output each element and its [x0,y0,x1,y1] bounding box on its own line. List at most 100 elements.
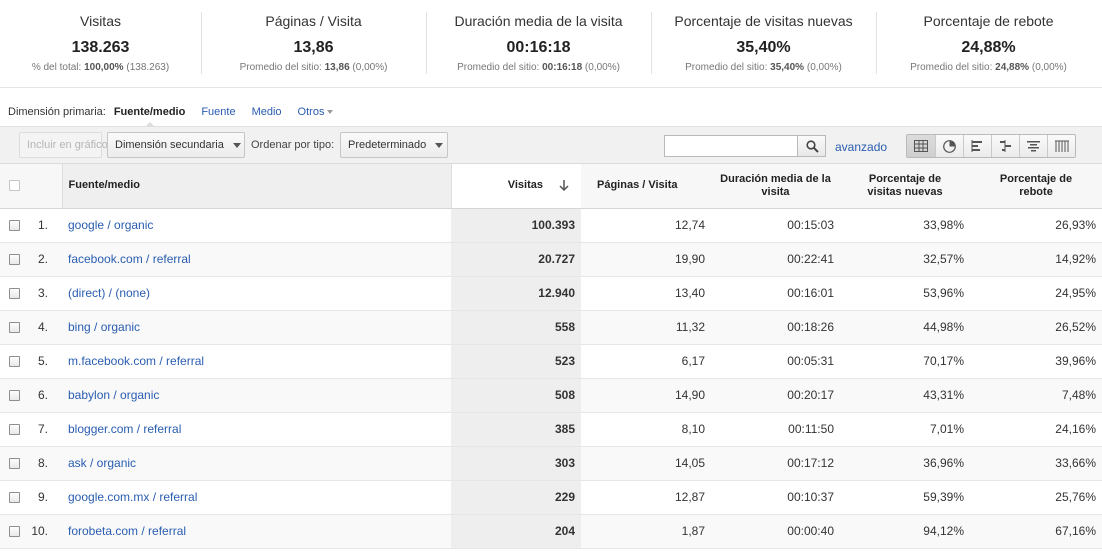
bar-view-icon [971,140,982,152]
pages-per-visit-column-header[interactable]: Páginas / Visita [581,164,711,209]
pages-per-visit-cell: 6,17 [581,344,711,379]
visits-cell: 508 [451,378,581,413]
table-row: 1. google / organic 100.393 12,74 00:15:03 33… [0,208,1102,243]
new-visits-cell: 32,57% [840,242,970,277]
bounce-rate-cell: 67,16% [970,514,1102,549]
new-visits-cell: 33,98% [840,208,970,243]
row-checkbox[interactable] [9,526,20,538]
bounce-rate-cell: 7,48% [970,378,1102,413]
table-body: 1. google / organic 100.393 12,74 00:15:03 33… [0,208,1102,549]
table-search-input[interactable] [664,135,798,157]
row-checkbox-cell [0,276,26,311]
row-index: 8. [26,446,62,481]
source-medium-link[interactable]: m.facebook.com / referral [68,354,204,368]
header-line: Porcentaje de [868,172,942,185]
metric-new-visits: Porcentaje de visitas nuevas 35,40% Prom… [651,0,876,87]
source-medium-cell: facebook.com / referral [62,242,451,277]
header-line: visita [761,185,790,198]
new-visits-cell: 53,96% [840,276,970,311]
row-checkbox[interactable] [9,322,20,334]
row-index: 5. [26,344,62,379]
secondary-dimension-dropdown[interactable]: Dimensión secundaria [107,132,245,158]
avg-duration-cell: 00:22:41 [711,242,840,277]
row-checkbox[interactable] [9,356,20,368]
avg-duration-cell: 00:11:50 [711,412,840,447]
metric-subtext: Promedio del sitio: 13,86 (0,00%) [239,62,388,73]
pages-per-visit-cell: 1,87 [581,514,711,549]
dimension-source-medium[interactable]: Fuente/medio [114,106,185,127]
metric-pages-per-visit: Páginas / Visita 13,86 Promedio del siti… [201,0,426,87]
source-medium-cell: bing / organic [62,310,451,345]
new-visits-cell: 70,17% [840,344,970,379]
table-row: 4. bing / organic 558 11,32 00:18:26 44,98% 26… [0,310,1102,345]
advanced-filter-link[interactable]: avanzado [835,140,887,154]
visits-cell: 229 [451,480,581,515]
data-table: Fuente/medio Visitas Páginas / Visita Du… [0,164,1102,549]
avg-duration-cell: 00:17:12 [711,446,840,481]
caret-down-icon [435,142,444,148]
source-medium-link[interactable]: forobeta.com / referral [68,524,186,538]
source-medium-link[interactable]: bing / organic [68,320,140,334]
new-visits-cell: 36,96% [840,446,970,481]
metric-subtext: Promedio del sitio: 24,88% (0,00%) [910,62,1067,73]
bounce-rate-column-header[interactable]: Porcentaje de rebote [970,164,1102,209]
source-medium-link[interactable]: ask / organic [68,456,136,470]
row-index: 10. [26,514,62,549]
source-medium-link[interactable]: google / organic [68,218,153,232]
metric-avg-duration: Duración media de la visita 00:16:18 Pro… [426,0,651,87]
table-row: 2. facebook.com / referral 20.727 19,90 00:2… [0,242,1102,277]
search-icon [806,140,819,153]
bar-view-button[interactable] [963,135,991,157]
bounce-rate-cell: 25,76% [970,480,1102,515]
row-index: 3. [26,276,62,311]
source-medium-link[interactable]: google.com.mx / referral [68,490,197,504]
row-checkbox[interactable] [9,458,20,470]
metric-subtext: % del total: 100,00% (138.263) [31,62,170,73]
pivot-view-button[interactable] [1047,135,1075,157]
row-checkbox[interactable] [9,424,20,436]
pie-view-button[interactable] [935,135,963,157]
source-medium-cell: google.com.mx / referral [62,480,451,515]
row-checkbox[interactable] [9,390,20,402]
row-checkbox-cell [0,208,26,243]
source-medium-link[interactable]: facebook.com / referral [68,252,191,266]
comparison-view-button[interactable] [991,135,1019,157]
term-cloud-view-button[interactable] [1019,135,1047,157]
metric-value: 138.263 [71,39,130,56]
table-row: 6. babylon / organic 508 14,90 00:20:17 43,31… [0,378,1102,413]
row-checkbox[interactable] [9,254,20,266]
bounce-rate-cell: 39,96% [970,344,1102,379]
avg-duration-column-header[interactable]: Duración media de la visita [711,164,840,209]
source-medium-link[interactable]: babylon / organic [68,388,159,402]
dimension-column-header[interactable]: Fuente/medio [61,164,452,209]
sort-descending-icon [559,179,569,191]
visits-cell: 385 [451,412,581,447]
search-button[interactable] [797,135,826,157]
metric-name: Páginas / Visita [265,13,362,29]
caret-down-icon [232,142,241,148]
source-medium-link[interactable]: (direct) / (none) [68,286,150,300]
row-checkbox[interactable] [9,288,20,300]
visits-cell: 523 [451,344,581,379]
select-all-checkbox[interactable] [9,179,20,191]
dimension-more-dropdown[interactable]: Otros [298,106,334,118]
sort-type-dropdown[interactable]: Predeterminado [340,132,448,158]
caret-down-icon [327,110,334,115]
new-visits-cell: 94,12% [840,514,970,549]
table-row: 7. blogger.com / referral 385 8,10 00:11:50 7… [0,412,1102,447]
table-view-button[interactable] [907,135,935,157]
metric-subtext: Promedio del sitio: 00:16:18 (0,00%) [457,62,620,73]
dimension-source[interactable]: Fuente [201,106,235,118]
metric-bounce-rate: Porcentaje de rebote 24,88% Promedio del… [876,0,1101,87]
dimension-medium[interactable]: Medio [252,106,282,118]
visits-column-header[interactable]: Visitas [451,164,581,209]
row-checkbox[interactable] [9,492,20,504]
table-row: 8. ask / organic 303 14,05 00:17:12 36,96% 33,… [0,446,1102,481]
source-medium-link[interactable]: blogger.com / referral [68,422,181,436]
table-header-row: Fuente/medio Visitas Páginas / Visita Du… [0,164,1102,209]
summary-scorecard: Visitas 138.263 % del total: 100,00% (13… [0,0,1102,88]
new-visits-column-header[interactable]: Porcentaje de visitas nuevas [840,164,970,209]
include-in-chart-button[interactable]: Incluir en gráfico [19,132,108,158]
row-index: 4. [26,310,62,345]
row-checkbox[interactable] [9,220,20,232]
